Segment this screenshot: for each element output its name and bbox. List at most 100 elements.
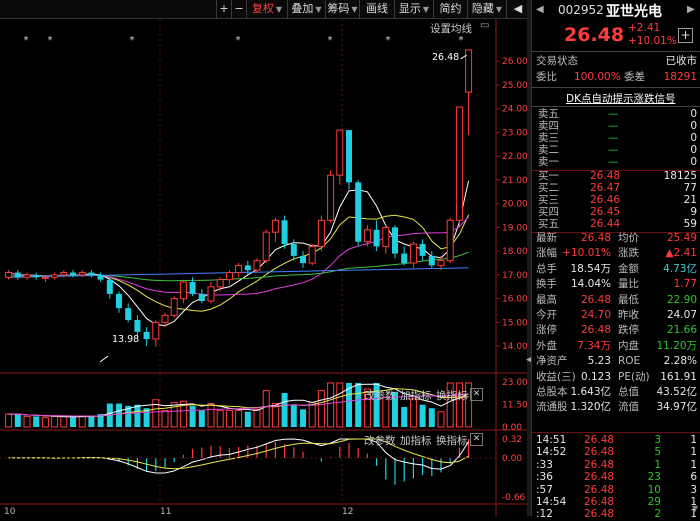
- chouma-button[interactable]: 筹码 ▼: [325, 0, 359, 18]
- stat-label: 最高: [536, 293, 557, 306]
- trade-row: :57 26.48 10 3: [532, 484, 700, 497]
- dk-signal-link[interactable]: DK点自动提示涨跌信号: [566, 91, 675, 106]
- trade-time: :57: [536, 483, 553, 496]
- vol-add-indicator-link[interactable]: 加指标: [400, 388, 432, 403]
- volume-bar: [409, 398, 417, 428]
- stat-label: 最低: [618, 293, 639, 306]
- volume-bar: [70, 416, 76, 427]
- stat-row: 总手 18.54万 金额 4.73亿: [532, 263, 700, 276]
- vol-change-params-link[interactable]: 改参数: [364, 388, 396, 403]
- stat-value: 11.20万: [656, 339, 697, 352]
- ask-label: 卖一: [538, 156, 559, 168]
- trade-row: :12 26.48 2 1: [532, 508, 700, 521]
- volume-bar: [5, 413, 13, 428]
- trade-count: 1: [690, 508, 697, 521]
- price-tick-label: 22.00: [502, 152, 528, 162]
- event-marker-icon: *: [459, 35, 464, 46]
- macd-tick-label: 0.32: [502, 435, 522, 445]
- volume-bar: [216, 410, 224, 428]
- vol-switch-indicator-link[interactable]: 换指标: [436, 388, 468, 403]
- ma-settings-link[interactable]: 设置均线: [430, 21, 472, 36]
- candle-body: [363, 229, 371, 243]
- candle-body: [106, 279, 113, 294]
- candle-body: [198, 293, 205, 302]
- macd-change-params-link[interactable]: 改参数: [364, 433, 396, 448]
- macd-switch-indicator-link[interactable]: 换指标: [436, 433, 468, 448]
- jianyue-button[interactable]: 简约: [433, 0, 467, 18]
- candle-body: [373, 229, 380, 247]
- macd-close-icon[interactable]: ✕: [470, 433, 483, 446]
- weibi-label: 委比: [536, 71, 557, 83]
- trade-count: 1: [690, 496, 697, 508]
- candle-body: [88, 272, 95, 275]
- candle-body: [179, 281, 187, 300]
- volume-bar: [51, 415, 59, 428]
- xianshi-label: 显示: [398, 2, 421, 15]
- volume-bar: [355, 382, 362, 427]
- high-price-label: 26.48: [432, 52, 460, 63]
- chevron-down-icon: ▼: [495, 5, 503, 14]
- candle-body: [401, 253, 408, 264]
- candle-body: [161, 314, 169, 323]
- ma-line-ma10: [8, 214, 470, 312]
- stat-value: 161.91: [660, 370, 697, 383]
- stat-label: 均价: [618, 232, 639, 244]
- trade-volume: 3: [654, 434, 661, 446]
- stat-row: 最新 26.48 均价 25.49: [532, 232, 700, 245]
- volume-bar: [428, 408, 435, 427]
- volume-bar: [14, 414, 21, 427]
- stat-value: 26.48: [580, 232, 611, 244]
- trade-price: 26.48: [584, 508, 615, 521]
- ask-volume: 0: [690, 156, 697, 168]
- diejia-button[interactable]: 叠加 ▼: [287, 0, 325, 18]
- yincang-button[interactable]: 隐藏 ▼: [467, 0, 506, 18]
- stat-label: 最新: [536, 232, 557, 244]
- trade-volume: 2: [654, 508, 661, 521]
- stat-value: 34.97亿: [656, 401, 697, 414]
- trade-count: 3: [690, 483, 697, 496]
- xianshi-button[interactable]: 显示 ▼: [394, 0, 433, 18]
- prev-stock-button[interactable]: ◀: [506, 0, 529, 18]
- chevron-down-icon: ▼: [315, 5, 322, 14]
- zoom-out-button[interactable]: −: [231, 0, 246, 18]
- price-tick-label: 15.00: [502, 318, 528, 328]
- huaxian-button[interactable]: 画线: [359, 0, 394, 18]
- candle-body: [382, 226, 390, 247]
- trade-volume: 10: [647, 483, 661, 496]
- vol-close-icon[interactable]: ✕: [470, 388, 483, 401]
- trade-count: 1: [690, 458, 697, 471]
- fuquan-button[interactable]: 复权 ▼: [246, 0, 287, 18]
- stat-value: 25.49: [666, 232, 697, 244]
- event-marker-icon: *: [386, 35, 391, 46]
- candle-body: [152, 321, 160, 340]
- macd-add-indicator-link[interactable]: 加指标: [400, 433, 432, 448]
- add-watchlist-button[interactable]: +: [678, 28, 693, 43]
- trade-time: :36: [536, 471, 553, 484]
- stat-label: 流值: [618, 401, 639, 414]
- trade-count: 1: [690, 434, 697, 446]
- candle-body: [207, 286, 215, 302]
- volume-bar: [437, 411, 445, 428]
- candle-body: [428, 255, 435, 266]
- status-label: 交易状态: [536, 55, 578, 67]
- volume-bar: [290, 404, 297, 427]
- trade-volume: 29: [647, 496, 661, 508]
- candle-body: [216, 279, 224, 288]
- candle-body: [392, 227, 398, 254]
- zoom-in-button[interactable]: +: [216, 0, 231, 18]
- trade-row: 14:52 26.48 5 1: [532, 446, 700, 459]
- candle-body: [23, 274, 31, 278]
- candle-body: [5, 272, 13, 278]
- expand-icon[interactable]: ▭: [480, 20, 489, 31]
- candle-body: [51, 274, 59, 278]
- stat-value: 5.23: [587, 355, 611, 368]
- volume-bar: [161, 410, 169, 428]
- price-tick-label: 24.00: [502, 105, 528, 115]
- candle-body: [409, 243, 417, 264]
- price-tick-label: 26.00: [502, 57, 528, 67]
- next-stock-icon[interactable]: ▶: [687, 4, 695, 15]
- trade-row: 14:54 26.48 29 1: [532, 496, 700, 509]
- volume-bar: [235, 410, 243, 428]
- prev-stock-icon[interactable]: ◀: [536, 4, 544, 15]
- trade-price: 26.48: [584, 434, 615, 446]
